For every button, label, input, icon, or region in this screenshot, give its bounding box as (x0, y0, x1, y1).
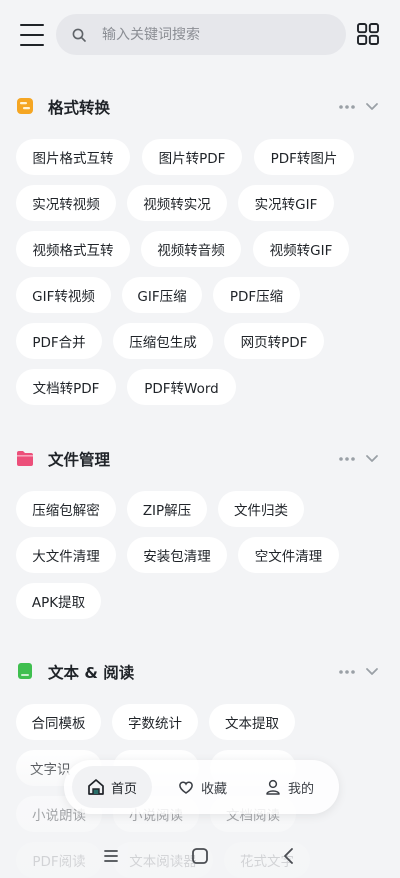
chevron-down-icon[interactable] (365, 664, 379, 678)
section-title: 文件管理 (48, 451, 111, 469)
nav-profile[interactable]: 我的 (254, 766, 324, 808)
tool-chip[interactable]: 视频格式互转 (16, 231, 130, 267)
tool-chip[interactable]: GIF压缩 (122, 277, 202, 313)
tool-chip[interactable]: APK提取 (16, 583, 101, 619)
section-title: 文本 & 阅读 (48, 664, 135, 682)
back-icon[interactable] (279, 846, 299, 866)
tool-chip[interactable]: 字数统计 (112, 704, 198, 740)
profile-icon (266, 779, 280, 795)
home-button-icon[interactable] (190, 846, 210, 866)
tool-chip[interactable]: 压缩包生成 (113, 323, 213, 359)
text-reading-icon (18, 663, 32, 679)
nav-home-label: 首页 (110, 781, 137, 797)
section-file-management: 文件管理 (0, 444, 400, 474)
tool-chip[interactable]: 空文件清理 (238, 537, 339, 573)
section-text-reading: 文本 & 阅读 (0, 657, 400, 687)
tool-chip[interactable]: PDF合并 (16, 323, 102, 359)
more-icon[interactable] (339, 105, 355, 109)
bottom-nav: 首页 收藏 我的 (64, 760, 339, 814)
search-bar[interactable] (56, 14, 346, 55)
tool-chip[interactable]: 实况转GIF (238, 185, 334, 221)
tool-chip[interactable]: 合同模板 (16, 704, 101, 740)
format-convert-icon (17, 98, 33, 114)
search-input[interactable] (100, 25, 324, 44)
tool-chip[interactable]: GIF转视频 (16, 277, 111, 313)
tool-chip[interactable]: 文档转PDF (16, 369, 116, 405)
section-title: 格式转换 (48, 99, 111, 117)
chevron-down-icon[interactable] (365, 451, 379, 465)
nav-profile-label: 我的 (287, 781, 314, 797)
home-icon (88, 779, 104, 795)
tool-chip[interactable]: PDF转Word (127, 369, 236, 405)
tool-chip[interactable]: 文本提取 (209, 704, 295, 740)
tool-chip[interactable]: 视频转音频 (141, 231, 241, 267)
tool-chip[interactable]: 实况转视频 (16, 185, 116, 221)
more-icon[interactable] (339, 670, 355, 674)
system-nav-bar (0, 838, 400, 878)
tool-chip[interactable]: PDF转图片 (254, 139, 354, 175)
tool-chip[interactable]: PDF压缩 (213, 277, 300, 313)
top-bar (0, 0, 400, 70)
chevron-down-icon[interactable] (365, 99, 379, 113)
tool-chip[interactable]: 图片格式互转 (16, 139, 130, 175)
grid-apps-icon[interactable] (357, 23, 379, 45)
favorite-icon (179, 781, 193, 794)
tool-chip[interactable]: 压缩包解密 (16, 491, 116, 527)
nav-home[interactable]: 首页 (72, 766, 152, 808)
tool-chip[interactable]: 图片转PDF (142, 139, 242, 175)
file-management-icon (17, 451, 33, 466)
section-format-convert: 格式转换 (0, 92, 400, 122)
tool-chip[interactable]: 文件归类 (218, 491, 304, 527)
search-icon (72, 28, 86, 42)
nav-favorite[interactable]: 收藏 (167, 766, 237, 808)
tool-chip[interactable]: 安装包清理 (127, 537, 227, 573)
tool-chip[interactable]: ZIP解压 (127, 491, 207, 527)
nav-favorite-label: 收藏 (200, 781, 227, 797)
tool-chip[interactable]: 大文件清理 (16, 537, 116, 573)
menu-icon[interactable] (20, 24, 44, 46)
tool-chip[interactable]: 视频转实况 (127, 185, 227, 221)
tool-chip[interactable]: 视频转GIF (253, 231, 349, 267)
tool-chip[interactable]: 网页转PDF (224, 323, 324, 359)
recent-apps-icon[interactable] (101, 846, 121, 866)
more-icon[interactable] (339, 457, 355, 461)
